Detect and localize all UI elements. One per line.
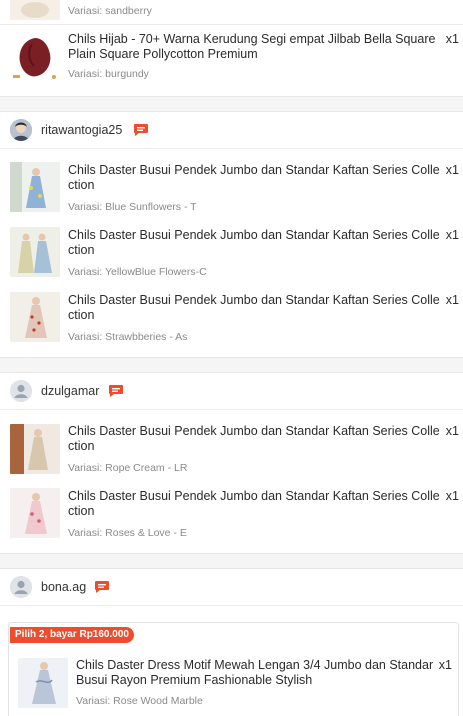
item-variant: Variasi: YellowBlue Flowers-C xyxy=(68,266,207,278)
product-thumbnail xyxy=(10,227,60,277)
item-variant: Variasi: sandberry xyxy=(68,5,152,17)
order-item[interactable]: Chils Daster Busui Pendek Jumbo dan Stan… xyxy=(0,213,463,278)
shop-name[interactable]: bona.ag xyxy=(41,580,86,594)
item-quantity: x1 xyxy=(438,658,452,672)
product-thumbnail xyxy=(10,292,60,342)
chat-bubble-icon[interactable] xyxy=(133,123,149,137)
item-title: Chils Hijab - 70+ Warna Kerudung Segi em… xyxy=(68,32,436,61)
item-quantity: x1 xyxy=(445,489,459,503)
shop-name[interactable]: dzulgamar xyxy=(41,384,99,398)
section-divider xyxy=(0,96,463,112)
shop-avatar xyxy=(10,119,32,141)
item-variant: Variasi: Rose Wood Marble xyxy=(76,695,203,707)
order-item[interactable]: Chils Daster Dress Motif Mewah Lengan 3/… xyxy=(0,650,463,716)
item-quantity: x1 xyxy=(445,293,459,307)
item-variant: Variasi: Blue Sunflowers - T xyxy=(68,201,197,213)
item-title: Chils Daster Dress Motif Mewah Lengan 3/… xyxy=(76,658,434,687)
item-quantity: x1 xyxy=(445,424,459,438)
shop-name[interactable]: ritawantogia25 xyxy=(41,123,122,137)
item-title: Chils Daster Busui Pendek Jumbo dan Stan… xyxy=(68,163,440,192)
item-quantity: x1 xyxy=(445,163,459,177)
shop-header[interactable]: bona.ag xyxy=(0,569,463,605)
shop-header[interactable]: ritawantogia25 xyxy=(0,112,463,148)
order-item[interactable]: Chils Daster Busui Pendek Jumbo dan Stan… xyxy=(0,409,463,474)
divider xyxy=(0,605,463,606)
product-thumbnail xyxy=(10,424,60,474)
product-thumbnail xyxy=(10,0,60,20)
product-thumbnail xyxy=(10,32,60,82)
item-title: Chils Daster Busui Pendek Jumbo dan Stan… xyxy=(68,293,440,322)
item-title: Chils Daster Busui Pendek Jumbo dan Stan… xyxy=(68,489,440,518)
item-title: Chils Daster Busui Pendek Jumbo dan Stan… xyxy=(68,228,440,257)
order-item-partial[interactable]: Variasi: sandberry xyxy=(0,0,463,24)
section-divider xyxy=(0,553,463,569)
item-quantity: x1 xyxy=(445,228,459,242)
item-variant: Variasi: Roses & Love - E xyxy=(68,527,187,539)
chat-bubble-icon[interactable] xyxy=(108,384,124,398)
item-variant: Variasi: Strawbberies - As xyxy=(68,331,188,343)
product-thumbnail xyxy=(10,488,60,538)
item-variant: Variasi: Rope Cream - LR xyxy=(68,462,188,474)
product-thumbnail xyxy=(10,162,60,212)
product-thumbnail xyxy=(18,658,68,708)
shop-header[interactable]: dzulgamar xyxy=(0,373,463,409)
bundle-deal-badge[interactable]: Pilih 2, bayar Rp160.000 xyxy=(10,627,134,643)
chat-bubble-icon[interactable] xyxy=(94,580,110,594)
item-variant: Variasi: burgundy xyxy=(68,68,149,80)
item-quantity: x1 xyxy=(445,32,459,46)
order-item[interactable]: Chils Hijab - 70+ Warna Kerudung Segi em… xyxy=(0,24,463,96)
order-item[interactable]: Chils Daster Busui Pendek Jumbo dan Stan… xyxy=(0,148,463,213)
item-title: Chils Daster Busui Pendek Jumbo dan Stan… xyxy=(68,424,440,453)
user-avatar-icon xyxy=(10,576,32,598)
section-divider xyxy=(0,357,463,373)
user-avatar-icon xyxy=(10,380,32,402)
